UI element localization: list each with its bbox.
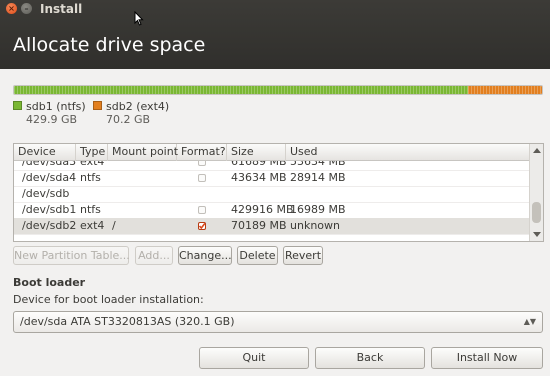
cell-mount-point: / [112,219,116,232]
column-type[interactable]: Type [76,144,108,161]
table-scrollbar[interactable] [529,144,543,241]
cell-size: 43634 MB [231,171,287,184]
table-row[interactable]: /dev/sdb [14,186,530,203]
cell-used: unknown [290,219,340,232]
partition-table[interactable]: Device Type Mount point Format? Size Use… [13,143,544,242]
cursor-icon [134,11,144,26]
format-checkbox[interactable] [198,174,206,182]
cell-type: ntfs [80,171,101,184]
cell-size: 429916 MB [231,203,294,216]
cell-type: ext4 [80,219,105,232]
header: × – Install Allocate drive space [0,0,550,69]
legend-size: 429.9 GB [26,113,78,126]
legend-label: sdb1 (ntfs) [26,100,86,113]
scroll-down-icon[interactable] [533,232,541,237]
revert-button[interactable]: Revert [283,246,323,265]
scroll-up-icon[interactable] [533,148,541,153]
legend-swatch [93,101,102,110]
table-header: Device Type Mount point Format? Size Use… [14,144,530,161]
cell-device: /dev/sdb1 [22,203,77,216]
back-button[interactable]: Back [315,347,425,369]
quit-button[interactable]: Quit [199,347,309,369]
partition-bar [13,85,543,95]
change-partition-button[interactable]: Change... [178,246,232,265]
checkmark-icon [198,223,206,230]
partition-segment-2 [467,86,542,94]
column-size[interactable]: Size [227,144,286,161]
table-rows: /dev/sda3 ext4 61689 MB 53634 MB/dev/sda4 nt… [14,161,530,241]
scroll-thumb[interactable] [532,202,541,223]
column-format[interactable]: Format? [177,144,227,161]
cell-device: /dev/sda3 [22,161,77,168]
cell-device: /dev/sdb2 [22,219,77,232]
boot-loader-device-value: /dev/sda ATA ST3320813AS (320.1 GB) [20,315,235,328]
format-checkbox[interactable] [198,206,206,214]
column-device[interactable]: Device [14,144,76,161]
close-icon[interactable]: × [6,3,17,14]
boot-loader-device-select[interactable]: /dev/sda ATA ST3320813AS (320.1 GB) ▲▼ [13,311,543,333]
cell-used: 53634 MB [290,161,346,168]
legend-label: sdb2 (ext4) [106,100,170,113]
cell-device: /dev/sdb [22,187,70,200]
cell-size: 70189 MB [231,219,287,232]
cell-type: ext4 [80,161,105,168]
new-partition-table-button[interactable]: New Partition Table... [13,246,130,265]
cell-device: /dev/sda4 [22,171,77,184]
delete-partition-button[interactable]: Delete [237,246,278,265]
cell-used: 16989 MB [290,203,346,216]
partition-segment-1 [14,86,468,94]
combo-arrows-icon: ▲▼ [523,317,536,326]
table-row[interactable]: /dev/sdb2 ext4 / 70189 MB unknown [14,218,530,235]
column-used[interactable]: Used [286,144,530,161]
cell-used: 28914 MB [290,171,346,184]
boot-loader-label: Device for boot loader installation: [13,293,204,306]
minimize-icon[interactable]: – [21,3,32,14]
window-title: Install [40,2,83,16]
format-checkbox-checked[interactable] [198,222,206,230]
add-partition-button[interactable]: Add... [135,246,173,265]
format-checkbox[interactable] [198,161,206,166]
table-row[interactable]: /dev/sdb1 ntfs 429916 MB 16989 MB [14,202,530,219]
table-row[interactable]: /dev/sda4 ntfs 43634 MB 28914 MB [14,170,530,187]
titlebar: × – Install [0,0,550,18]
cell-size: 61689 MB [231,161,287,168]
legend-swatch [13,101,22,110]
cell-type: ntfs [80,203,101,216]
legend-size: 70.2 GB [106,113,151,126]
page-title: Allocate drive space [13,34,206,56]
column-mount-point[interactable]: Mount point [108,144,178,161]
boot-loader-heading: Boot loader [13,276,86,289]
install-now-button[interactable]: Install Now [431,347,543,369]
